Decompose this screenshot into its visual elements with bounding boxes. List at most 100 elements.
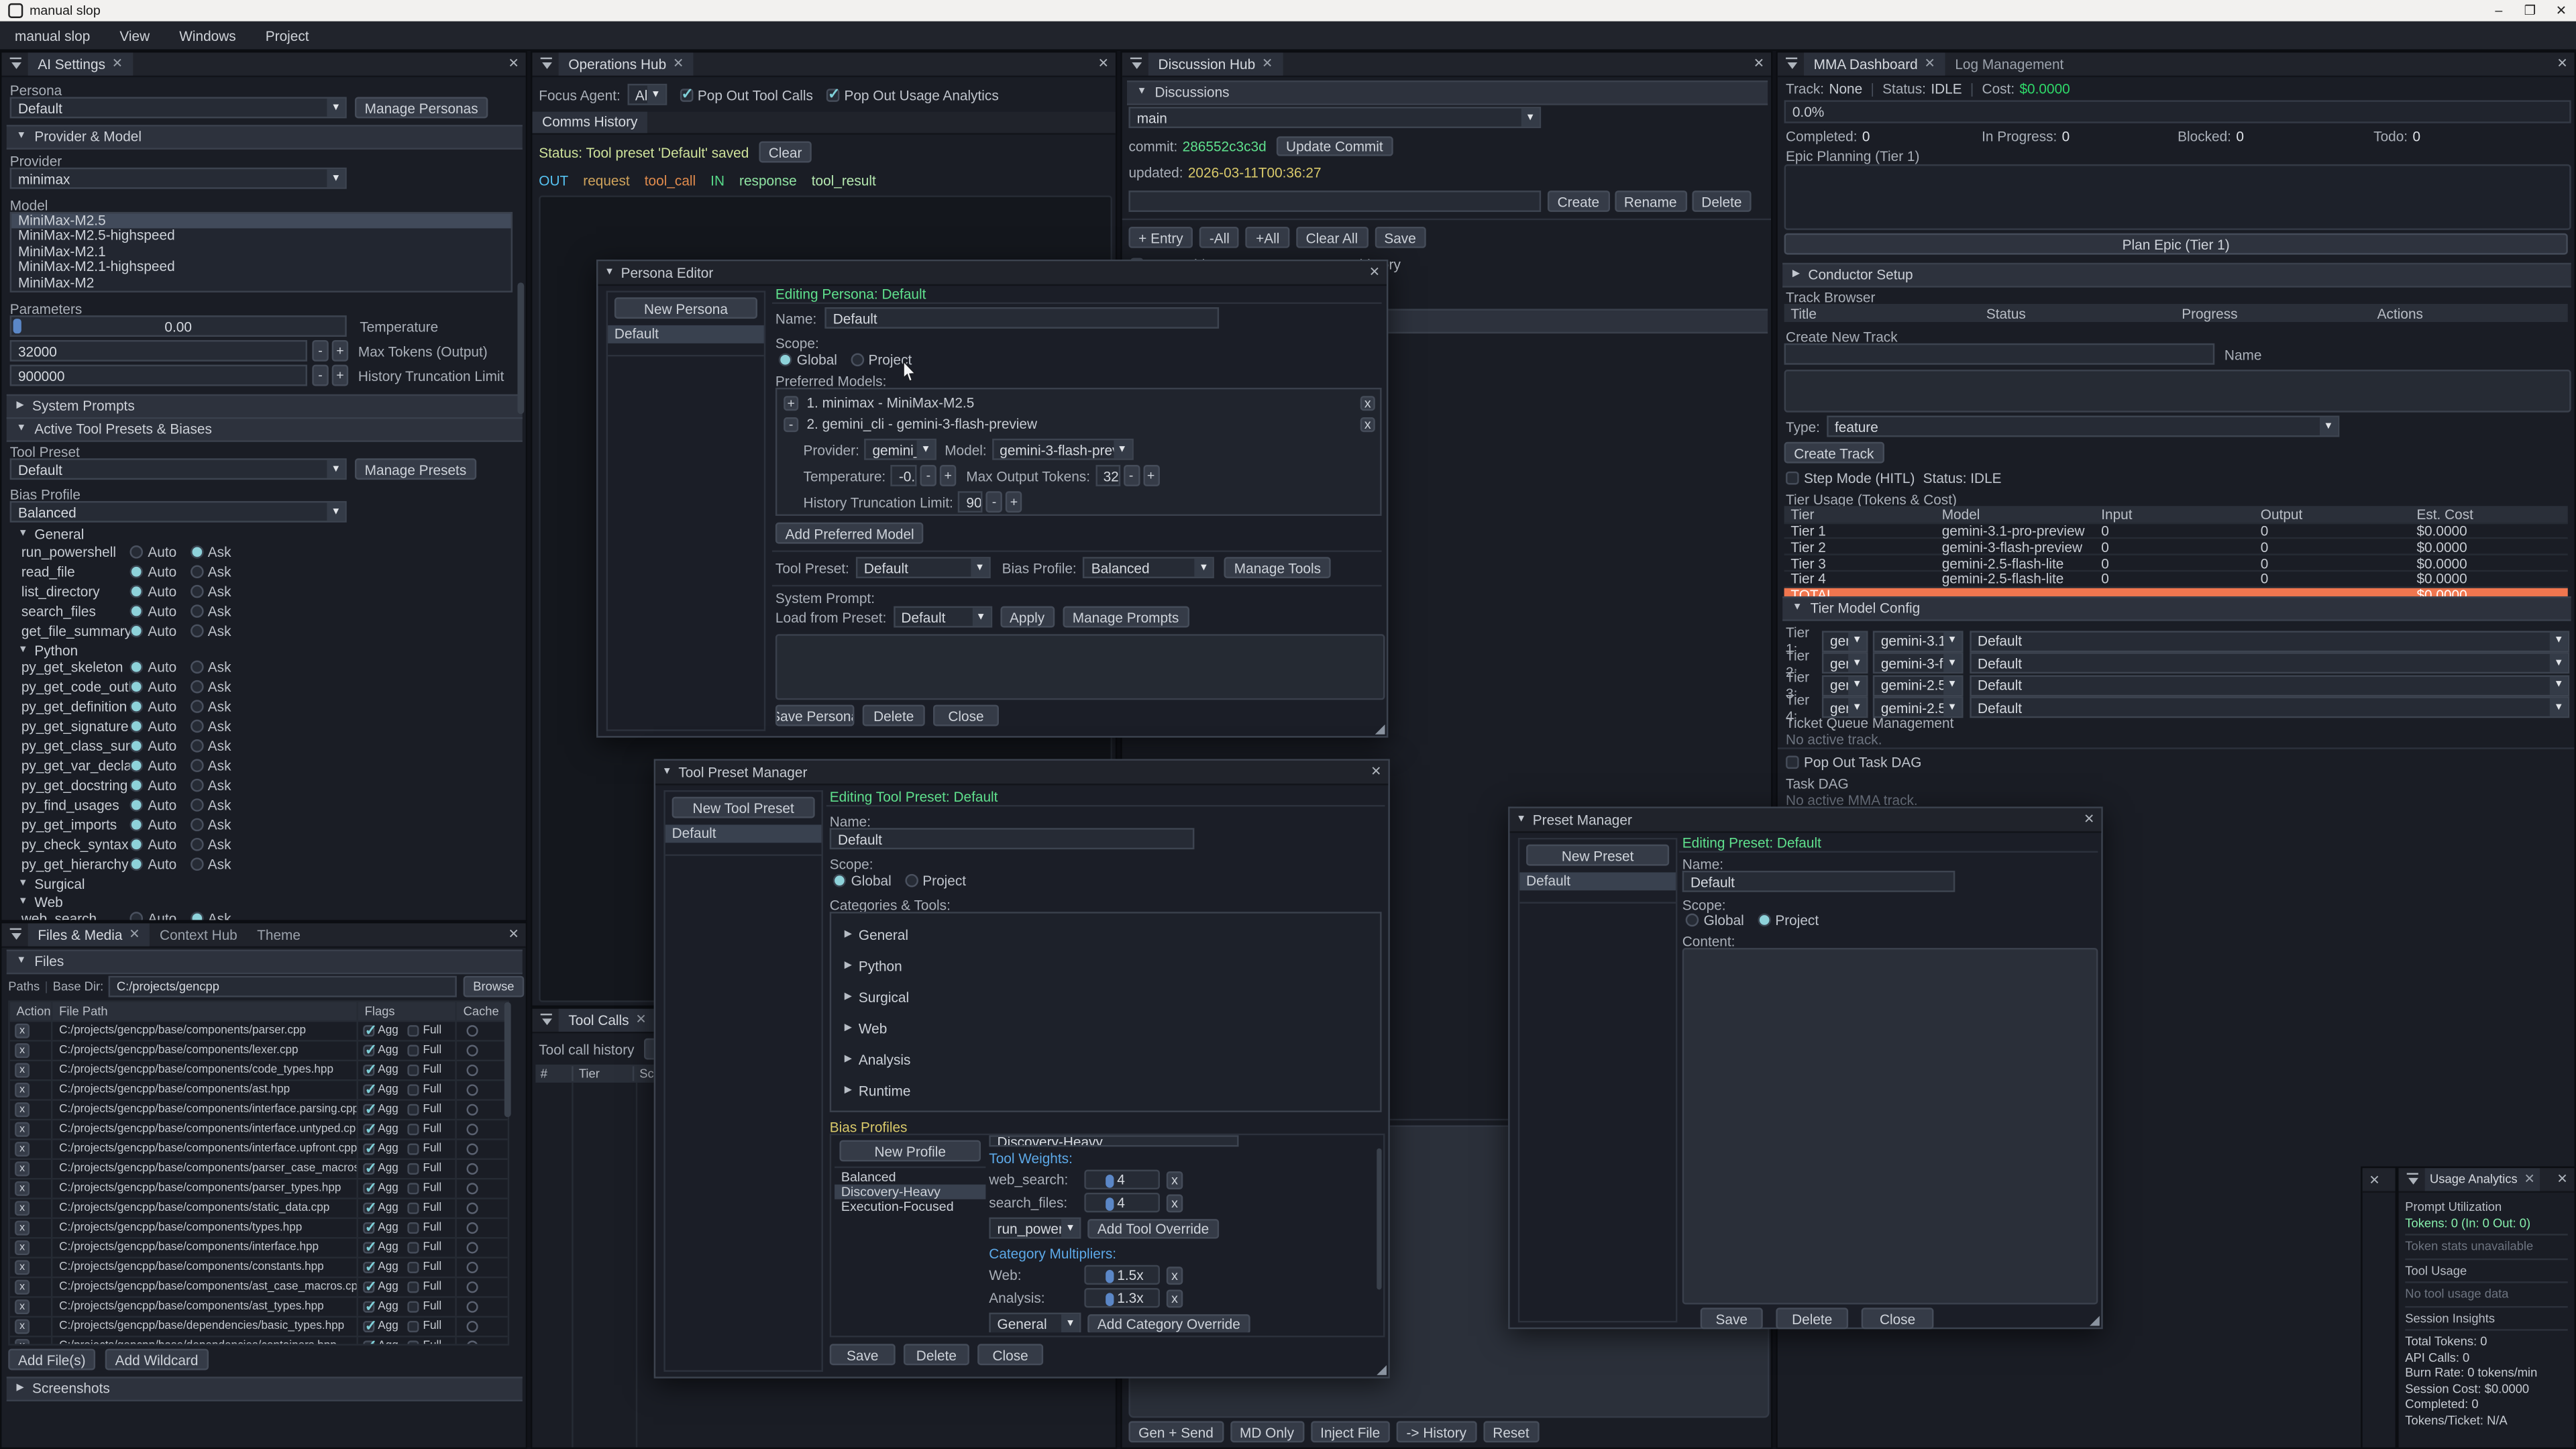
auto-radio[interactable]: [129, 798, 143, 812]
delete-persona-button[interactable]: Delete: [863, 705, 925, 727]
auto-radio[interactable]: [129, 623, 143, 637]
add-tool-override-button[interactable]: Add Tool Override: [1087, 1218, 1219, 1238]
auto-radio[interactable]: [129, 818, 143, 832]
auto-radio[interactable]: [129, 759, 143, 772]
remove-override-button[interactable]: x: [1167, 1289, 1183, 1307]
tab-tool-calls[interactable]: Tool Calls✕: [559, 1009, 657, 1032]
tool-weight-slider[interactable]: 4: [1084, 1193, 1160, 1212]
dialog-close-icon[interactable]: ✕: [1371, 761, 1381, 784]
bias-profile-dropdown[interactable]: Balanced▼: [10, 501, 347, 523]
delete-button[interactable]: Delete: [904, 1344, 969, 1365]
auto-radio[interactable]: [129, 604, 143, 617]
ask-radio[interactable]: [190, 680, 203, 694]
remove-model-icon[interactable]: x: [1360, 395, 1375, 410]
agg-checkbox[interactable]: [363, 1222, 374, 1234]
close-window-button[interactable]: ✕: [2546, 0, 2576, 21]
dialog-collapse-icon[interactable]: ▼: [662, 767, 672, 777]
resize-grip[interactable]: [1375, 724, 1385, 735]
ask-radio[interactable]: [190, 720, 203, 733]
category-analysis[interactable]: ▶Analysis: [831, 1043, 1380, 1075]
remove-file-button[interactable]: x: [15, 1024, 30, 1038]
close-dialog-button[interactable]: Close: [1862, 1307, 1934, 1329]
plan-epic-button[interactable]: Plan Epic (Tier 1): [1784, 233, 2568, 255]
scrollbar-thumb[interactable]: [517, 282, 524, 414]
menu-item-project[interactable]: Project: [266, 27, 309, 43]
category-multiplier-slider[interactable]: 1.3x: [1084, 1288, 1160, 1307]
decrement-button[interactable]: -: [312, 340, 328, 362]
discussions-header[interactable]: ▼Discussions: [1127, 80, 1768, 105]
manage-presets-button[interactable]: Manage Presets: [355, 458, 476, 480]
tab-mma-dashboard[interactable]: MMA Dashboard✕: [1804, 52, 1945, 75]
increment-button[interactable]: +: [332, 340, 348, 362]
agg-checkbox[interactable]: [363, 1084, 374, 1095]
category-web[interactable]: ▶Web: [831, 1012, 1380, 1044]
auto-radio[interactable]: [129, 739, 143, 753]
compose-button-gensend[interactable]: Gen + Send: [1128, 1421, 1223, 1442]
manage-personas-button[interactable]: Manage Personas: [355, 97, 488, 118]
base-dir-input[interactable]: C:/projects/gencpp: [109, 976, 457, 998]
panel-close-icon[interactable]: ✕: [2557, 1168, 2567, 1191]
step-mode-checkbox[interactable]: [1786, 472, 1799, 485]
system-prompt-textarea[interactable]: [775, 634, 1385, 700]
dialog-collapse-icon[interactable]: ▼: [1516, 815, 1526, 825]
full-checkbox[interactable]: [408, 1143, 419, 1155]
scope-project-radio[interactable]: [904, 874, 918, 888]
panel-close-icon[interactable]: ✕: [1754, 52, 1764, 75]
remove-override-button[interactable]: x: [1167, 1266, 1183, 1284]
auto-radio[interactable]: [129, 912, 143, 922]
full-checkbox[interactable]: [408, 1262, 419, 1273]
entry-button-clearall[interactable]: Clear All: [1296, 227, 1368, 248]
close-dialog-button[interactable]: Close: [933, 705, 999, 727]
new-tool-preset-button[interactable]: New Tool Preset: [672, 797, 815, 818]
tab-log-management[interactable]: Log Management: [1945, 52, 2074, 75]
decrement-button[interactable]: -: [920, 465, 936, 486]
auto-radio[interactable]: [129, 720, 143, 733]
screenshots-header[interactable]: ▶Screenshots: [7, 1377, 523, 1401]
auto-radio[interactable]: [129, 660, 143, 674]
agg-checkbox[interactable]: [363, 1203, 374, 1214]
ask-radio[interactable]: [190, 584, 203, 598]
new-persona-button[interactable]: New Persona: [614, 297, 757, 319]
epic-planning-textarea[interactable]: [1784, 164, 2571, 230]
persona-list-item[interactable]: Default: [608, 325, 764, 343]
tool-override-dropdown[interactable]: run_powershell▼: [989, 1218, 1081, 1239]
auto-radio[interactable]: [129, 838, 143, 851]
category-surgical[interactable]: ▶Surgical: [831, 981, 1380, 1012]
ask-radio[interactable]: [190, 545, 203, 558]
full-checkbox[interactable]: [408, 1084, 419, 1095]
increment-button[interactable]: +: [332, 365, 348, 386]
remove-override-button[interactable]: x: [1167, 1193, 1183, 1212]
tool-preset-list-item[interactable]: Default: [665, 824, 822, 843]
files-header[interactable]: ▼Files: [7, 950, 523, 975]
close-dialog-button[interactable]: Close: [977, 1344, 1043, 1365]
pm-temperature-input[interactable]: -0.0: [891, 465, 917, 486]
resize-grip[interactable]: [2090, 1316, 2100, 1326]
full-checkbox[interactable]: [408, 1065, 419, 1076]
panel-collapse-icon[interactable]: [1784, 58, 1799, 71]
full-checkbox[interactable]: [408, 1301, 419, 1313]
preset-manager-titlebar[interactable]: ▼ Preset Manager ✕: [1510, 808, 2102, 833]
remove-model-icon[interactable]: x: [1360, 417, 1375, 431]
system-prompts-header[interactable]: ▶System Prompts: [7, 394, 523, 419]
compose-button-reset[interactable]: Reset: [1483, 1421, 1540, 1442]
full-checkbox[interactable]: [408, 1025, 419, 1036]
auto-radio[interactable]: [129, 584, 143, 598]
track-type-dropdown[interactable]: feature▼: [1827, 416, 2339, 437]
tool-group-web[interactable]: ▼Web: [18, 893, 63, 909]
tab-usage-analytics[interactable]: Usage Analytics✕: [2425, 1168, 2540, 1191]
full-checkbox[interactable]: [408, 1203, 419, 1214]
tool-group-surgical[interactable]: ▼Surgical: [18, 875, 85, 892]
slider-handle[interactable]: [1106, 1292, 1114, 1305]
conductor-setup-header[interactable]: ▶Conductor Setup: [1782, 263, 2571, 288]
tab-close-icon[interactable]: ✕: [673, 52, 684, 75]
scope-project-radio[interactable]: [1757, 914, 1770, 927]
panel-close-icon[interactable]: ✕: [2557, 52, 2567, 75]
panel-collapse-icon[interactable]: [8, 58, 23, 71]
model-list-item[interactable]: MiniMax-M2: [11, 275, 511, 290]
model-list-item[interactable]: MiniMax-M2.1: [11, 244, 511, 260]
delete-discussion-button[interactable]: Delete: [1692, 191, 1752, 212]
ask-radio[interactable]: [190, 604, 203, 617]
menu-item-windows[interactable]: Windows: [179, 27, 235, 43]
create-track-button[interactable]: Create Track: [1784, 442, 1884, 464]
tab-context-hub[interactable]: Context Hub: [150, 923, 247, 946]
